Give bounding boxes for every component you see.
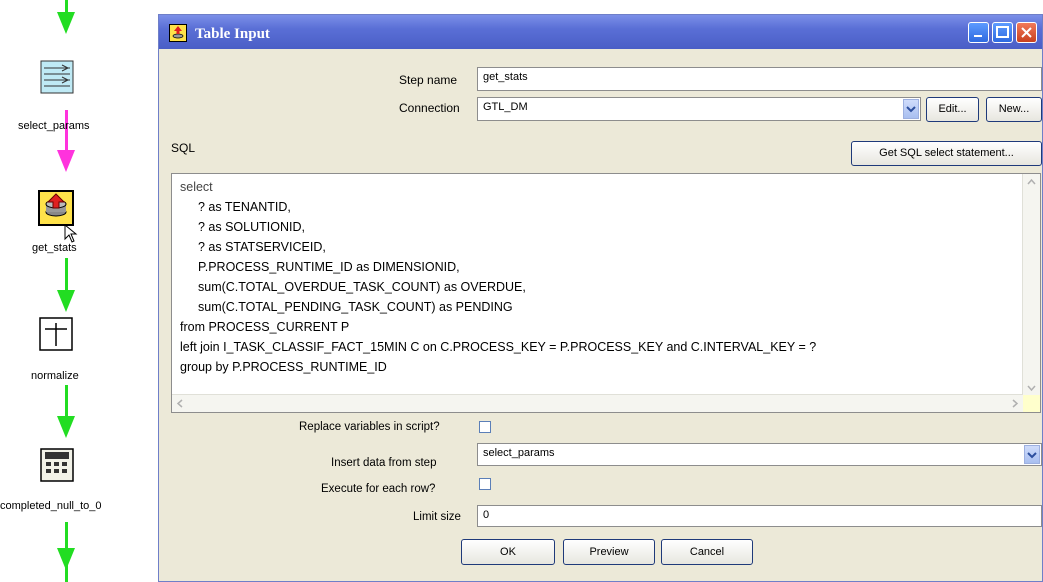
insert-data-label: Insert data from step	[331, 457, 437, 469]
close-button[interactable]	[1016, 22, 1037, 43]
table-input-db-icon	[169, 24, 187, 42]
chevron-left-icon	[176, 399, 183, 408]
step-select-params[interactable]	[40, 60, 74, 94]
preview-button[interactable]: Preview	[563, 539, 655, 565]
sql-vertical-scrollbar[interactable]	[1022, 174, 1040, 396]
step-completed-null-to-0[interactable]	[40, 448, 74, 482]
sql-label: SQL	[171, 141, 196, 155]
cancel-button[interactable]: Cancel	[661, 539, 753, 565]
sql-line: sum(C.TOTAL_OVERDUE_TASK_COUNT) as OVERD…	[198, 280, 526, 294]
chevron-down-icon	[906, 106, 916, 113]
table-input-dialog: Table Input Step name get_stats Connecti…	[158, 14, 1043, 582]
minimize-icon	[974, 35, 982, 37]
replace-variables-checkbox[interactable]	[479, 421, 491, 433]
execute-each-row-checkbox[interactable]	[479, 478, 491, 490]
scroll-corner	[1023, 395, 1040, 412]
chevron-up-icon	[1027, 178, 1036, 185]
sql-horizontal-scrollbar[interactable]	[172, 394, 1023, 412]
dialog-titlebar[interactable]: Table Input	[159, 15, 1042, 49]
sql-line: left join I_TASK_CLASSIF_FACT_15MIN C on…	[180, 340, 817, 354]
connection-select[interactable]: GTL_DM	[477, 97, 921, 121]
step-label: normalize	[31, 370, 79, 382]
get-sql-button[interactable]: Get SQL select statement...	[851, 141, 1042, 166]
sql-line: ? as TENANTID,	[198, 200, 291, 214]
hop-arrow-icon	[57, 290, 75, 312]
maximize-button[interactable]	[992, 22, 1013, 43]
ok-button[interactable]: OK	[461, 539, 555, 565]
limit-size-field[interactable]: 0	[477, 505, 1042, 527]
step-get-stats[interactable]	[38, 190, 74, 226]
sql-line: from PROCESS_CURRENT P	[180, 320, 350, 334]
step-name-field[interactable]: get_stats	[477, 67, 1042, 91]
step-name-label: Step name	[399, 73, 458, 87]
sql-line: ? as SOLUTIONID,	[198, 220, 305, 234]
cursor-icon	[64, 224, 78, 243]
hop-arrow-icon	[57, 416, 75, 438]
sql-line: sum(C.TOTAL_PENDING_TASK_COUNT) as PENDI…	[198, 300, 513, 314]
hop-arrow-icon	[57, 548, 75, 570]
limit-size-label: Limit size	[413, 511, 461, 523]
normalize-icon	[39, 317, 73, 351]
chevron-down-icon	[1027, 452, 1037, 459]
insert-data-select[interactable]: select_params	[477, 443, 1042, 466]
transformation-canvas: select_params get_stats normalize comple…	[0, 0, 160, 582]
step-label: completed_null_to_0	[0, 500, 102, 512]
connection-value: GTL_DM	[483, 101, 528, 113]
connection-dropdown-button[interactable]	[903, 99, 919, 119]
connection-label: Connection	[399, 101, 460, 115]
execute-each-row-label: Execute for each row?	[321, 483, 436, 495]
sql-line: ? as STATSERVICEID,	[198, 240, 326, 254]
sql-line: P.PROCESS_RUNTIME_ID as DIMENSIONID,	[198, 260, 460, 274]
step-label: get_stats	[32, 242, 77, 254]
step-label: select_params	[18, 120, 90, 132]
hop-arrow-icon	[57, 12, 75, 34]
table-input-db-icon	[38, 190, 74, 226]
close-icon	[1021, 27, 1032, 38]
calculator-icon	[40, 448, 74, 482]
maximize-icon	[996, 26, 1009, 38]
hop-arrow-icon	[57, 150, 75, 172]
insert-data-value: select_params	[483, 447, 555, 459]
new-connection-button[interactable]: New...	[986, 97, 1042, 122]
step-normalize[interactable]	[39, 317, 73, 351]
sql-line: select	[180, 180, 213, 194]
chevron-down-icon	[1027, 385, 1036, 392]
chevron-right-icon	[1012, 399, 1019, 408]
dialog-title: Table Input	[195, 26, 270, 42]
replace-variables-label: Replace variables in script?	[299, 421, 440, 433]
edit-connection-button[interactable]: Edit...	[926, 97, 979, 122]
table-input-icon	[40, 60, 74, 94]
sql-line: group by P.PROCESS_RUNTIME_ID	[180, 360, 387, 374]
sql-editor[interactable]: select ? as TENANTID, ? as SOLUTIONID, ?…	[171, 173, 1041, 413]
hop-select-to-get[interactable]	[65, 110, 68, 155]
minimize-button[interactable]	[968, 22, 989, 43]
insert-data-dropdown-button[interactable]	[1024, 445, 1040, 464]
